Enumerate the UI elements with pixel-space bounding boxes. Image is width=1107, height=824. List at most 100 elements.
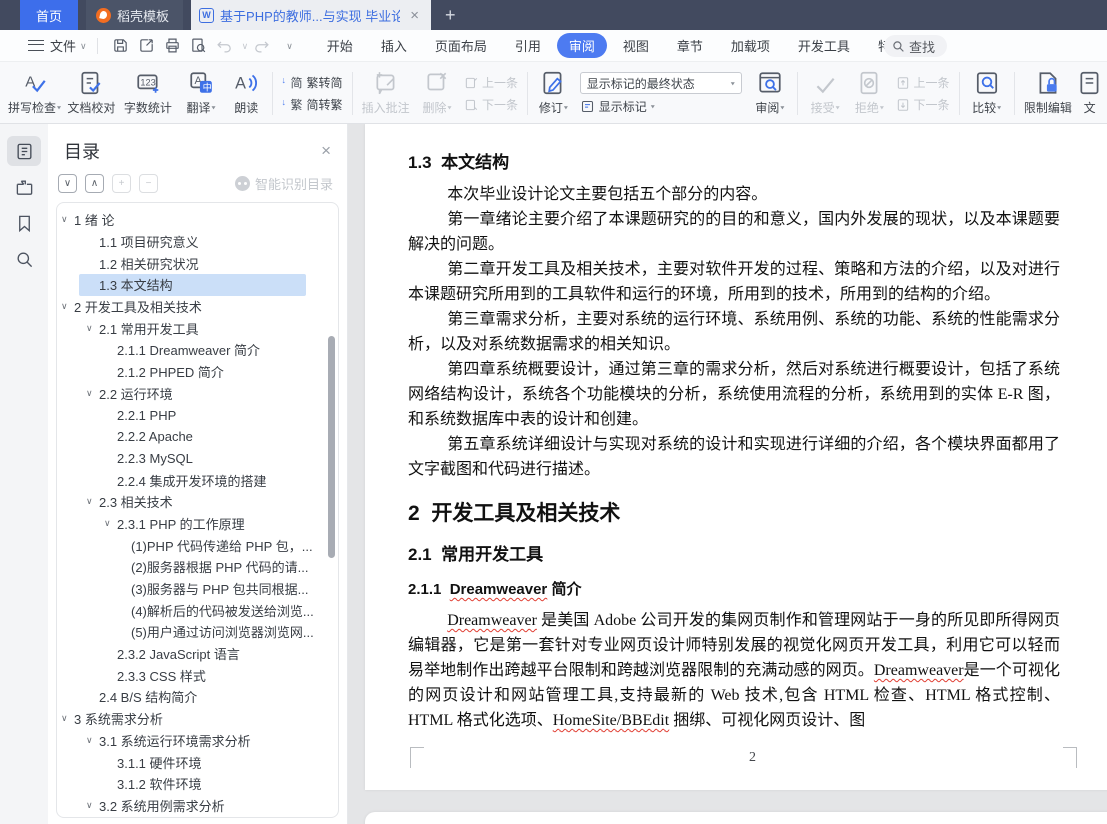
read-aloud-icon: A: [233, 69, 259, 97]
chevron-down-icon[interactable]: ∨: [104, 518, 117, 529]
file-chevron-down-icon[interactable]: ∨: [80, 41, 87, 52]
toc-item[interactable]: ∨ 3.1 系统运行环境需求分析: [57, 730, 338, 752]
translate-button[interactable]: A中 翻译 ▾: [176, 66, 226, 121]
bookmark-panel-button[interactable]: [7, 208, 41, 238]
truncated-ribbon-button[interactable]: 文: [1076, 66, 1103, 121]
toc-item[interactable]: ∨ 1 绪 论: [57, 209, 338, 231]
toc-item[interactable]: 3.1.1 硬件环境: [57, 751, 338, 773]
chevron-down-icon[interactable]: ∨: [86, 323, 99, 334]
save-button[interactable]: [109, 34, 133, 58]
print-button[interactable]: [161, 34, 185, 58]
toc-item[interactable]: ∨ 3.2 系统用例需求分析: [57, 795, 338, 817]
document-proofing-button[interactable]: 文档校对: [63, 66, 120, 121]
new-tab-button[interactable]: +: [431, 0, 470, 30]
toc-item[interactable]: ∨ 2.3 相关技术: [57, 491, 338, 513]
menu-dev-tools[interactable]: 开发工具: [786, 33, 862, 58]
collapse-all-button[interactable]: ∧: [85, 174, 104, 193]
hamburger-menu-icon[interactable]: [28, 40, 44, 51]
menu-insert[interactable]: 插入: [369, 33, 419, 58]
toc-item[interactable]: 1.3 本文结构: [57, 274, 338, 296]
toc-item[interactable]: ∨ 3 系统需求分析: [57, 708, 338, 730]
chevron-down-icon[interactable]: ∨: [61, 301, 74, 312]
doc-heading: 2.1 常用开发工具: [408, 545, 544, 564]
toc-item[interactable]: 2.2.1 PHP: [57, 404, 338, 426]
toc-scrollbar-thumb[interactable]: [328, 336, 335, 558]
show-markup-button[interactable]: 显示标记 ▾: [580, 98, 742, 115]
tab-docer-templates[interactable]: 稻壳模板: [86, 0, 184, 30]
toc-item[interactable]: ∨ 2.3.1 PHP 的工作原理: [57, 513, 338, 535]
expand-all-button[interactable]: ∨: [58, 174, 77, 193]
toc-item[interactable]: 2.1.2 PHPED 简介: [57, 361, 338, 383]
toc-item[interactable]: (1)PHP 代码传递给 PHP 包，...: [57, 534, 338, 556]
toc-item[interactable]: 2.2.4 集成开发环境的搭建: [57, 469, 338, 491]
divider: [527, 72, 528, 115]
restrict-editing-button[interactable]: 限制编辑: [1020, 66, 1077, 121]
spell-check-button[interactable]: A 拼写检查 ▾: [6, 66, 63, 121]
tab-home[interactable]: 首页: [20, 0, 79, 30]
find-panel-button[interactable]: [7, 244, 41, 274]
toc-item-label: 2.1 常用开发工具: [99, 321, 199, 337]
file-menu[interactable]: 文件: [50, 36, 76, 55]
toc-item[interactable]: (5)用户通过访问浏览器浏览网...: [57, 621, 338, 643]
toc-item[interactable]: 1.1 项目研究意义: [57, 231, 338, 253]
toc-item-label: (4)解析后的代码被发送给浏览...: [131, 603, 314, 619]
delete-icon: [424, 69, 450, 97]
toc-item[interactable]: 1.2 相关研究状况: [57, 252, 338, 274]
menu-references[interactable]: 引用: [503, 33, 553, 58]
menu-page-layout[interactable]: 页面布局: [423, 33, 499, 58]
toc-item[interactable]: 2.1.1 Dreamweaver 简介: [57, 339, 338, 361]
trad-to-simp-button[interactable]: 简繁转简: [281, 74, 342, 91]
document-page-2[interactable]: [365, 812, 1107, 824]
wps-writer-icon: W: [199, 7, 215, 23]
toc-panel: 目录 × ∨ ∧ + − 智能识别目录 ∨ 1 绪 论 1.1 项目研究意义 1.2 …: [48, 124, 348, 824]
toc-item[interactable]: 2.3.3 CSS 样式: [57, 664, 338, 686]
search-box[interactable]: 查找: [884, 35, 948, 57]
track-changes-button[interactable]: 修订 ▾: [533, 66, 574, 121]
chevron-down-icon[interactable]: ∨: [86, 800, 99, 811]
tab-document[interactable]: W 基于PHP的教师...与实现 毕业论文 ×: [191, 0, 432, 30]
review-pane-button[interactable]: 审阅 ▾: [748, 66, 792, 121]
doc-proof-icon: [78, 69, 104, 97]
sidebar-icon-strip: [0, 124, 48, 824]
toolbar-more-chevron-icon[interactable]: ∨: [286, 41, 293, 52]
menu-view[interactable]: 视图: [611, 33, 661, 58]
chevron-down-icon[interactable]: ∨: [86, 388, 99, 399]
menu-add-ins[interactable]: 加载项: [719, 33, 782, 58]
word-count-button[interactable]: 123 字数统计: [120, 66, 177, 121]
menu-review[interactable]: 审阅: [556, 33, 607, 58]
close-tab-icon[interactable]: ×: [406, 7, 423, 24]
toc-item[interactable]: 2.2.3 MySQL: [57, 448, 338, 470]
outline-panel-button[interactable]: [7, 136, 41, 166]
toc-item[interactable]: ∨ 2 开发工具及相关技术: [57, 296, 338, 318]
previous-comment-button: 上一条: [464, 74, 518, 91]
chevron-down-icon[interactable]: ∨: [61, 214, 74, 225]
chevron-down-icon[interactable]: ∨: [61, 713, 74, 724]
print-preview-button[interactable]: [187, 34, 211, 58]
toc-item[interactable]: 2.3.2 JavaScript 语言: [57, 643, 338, 665]
toc-item-label: 2.2.2 Apache: [117, 429, 193, 445]
menu-start[interactable]: 开始: [315, 33, 365, 58]
chevron-down-icon[interactable]: ∨: [86, 496, 99, 507]
document-page-1[interactable]: 1.3 本文结构 本次毕业设计论文主要包括五个部分的内容。 第一章绪论主要介绍了本课…: [365, 124, 1107, 790]
workspace-panel-button[interactable]: [7, 172, 41, 202]
read-aloud-button[interactable]: A 朗读: [226, 66, 267, 121]
toc-item[interactable]: ∨ 2.2 运行环境: [57, 383, 338, 405]
toc-item[interactable]: 2.2.2 Apache: [57, 426, 338, 448]
menu-section[interactable]: 章节: [665, 33, 715, 58]
toc-panel-title: 目录: [64, 142, 100, 162]
simp-to-trad-button[interactable]: 繁简转繁: [281, 96, 342, 113]
close-panel-icon[interactable]: ×: [321, 141, 331, 161]
markup-state-select[interactable]: 显示标记的最终状态 ▾: [579, 72, 742, 94]
toc-item[interactable]: (3)服务器与 PHP 包共同根据...: [57, 578, 338, 600]
toc-item[interactable]: (2)服务器根据 PHP 代码的请...: [57, 556, 338, 578]
toc-item[interactable]: 3.1.2 软件环境: [57, 773, 338, 795]
toc-item[interactable]: (4)解析后的代码被发送给浏览...: [57, 599, 338, 621]
chevron-down-icon[interactable]: ∨: [86, 735, 99, 746]
folder-flag-icon: [16, 179, 32, 195]
export-button[interactable]: [135, 34, 159, 58]
toc-item[interactable]: ∨ 2.1 常用开发工具: [57, 317, 338, 339]
toc-item-label: 2.2.4 集成开发环境的搭建: [117, 473, 267, 489]
compare-button[interactable]: 比较 ▾: [964, 66, 1008, 121]
divider: [96, 37, 98, 54]
toc-item[interactable]: 2.4 B/S 结构简介: [57, 686, 338, 708]
